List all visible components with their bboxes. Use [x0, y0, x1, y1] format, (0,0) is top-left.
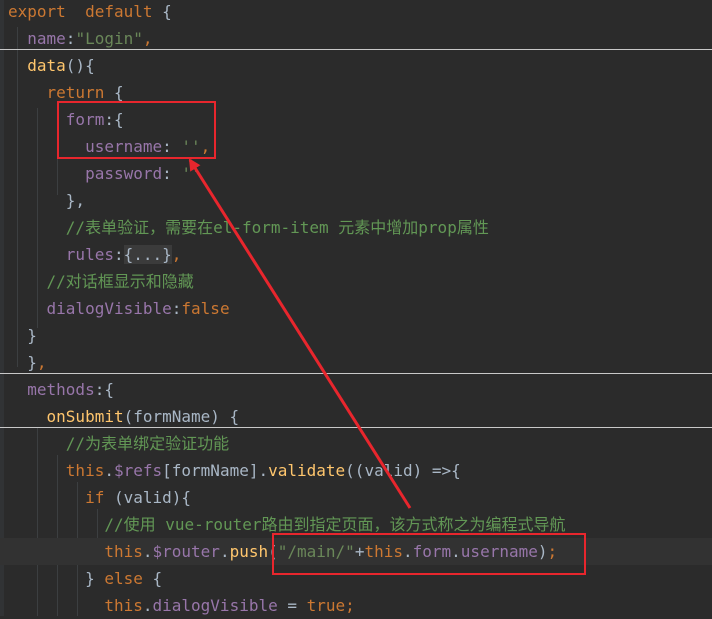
annotation-arrow: [188, 158, 412, 509]
code-editor[interactable]: export default { name:"Login", data(){ r…: [0, 0, 712, 616]
